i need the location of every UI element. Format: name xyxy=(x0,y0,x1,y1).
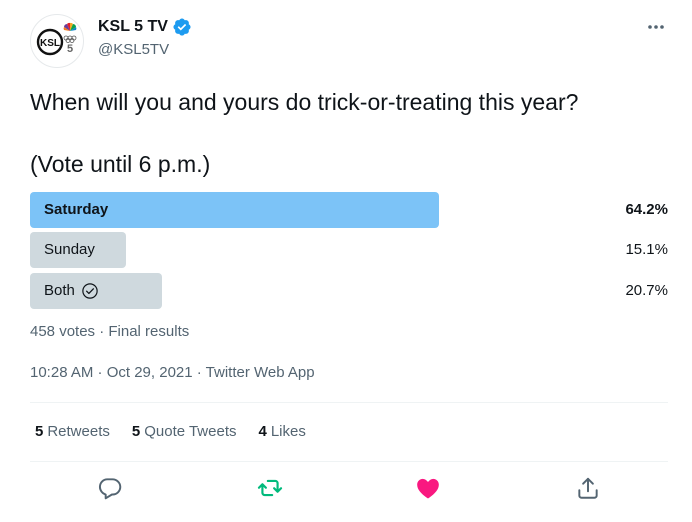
poll-option-both: Both 20.7% xyxy=(30,273,668,309)
retweets-stat[interactable]: 5 Retweets xyxy=(35,423,110,440)
engagement-stats: 5 Retweets 5 Quote Tweets 4 Likes xyxy=(35,423,306,440)
poll-option-label: Sunday xyxy=(44,232,95,268)
tweet-timestamp[interactable]: 10:28 AM · Oct 29, 2021 · Twitter Web Ap… xyxy=(30,364,315,381)
poll-option-percent: 20.7% xyxy=(625,282,668,299)
svg-text:5: 5 xyxy=(67,43,73,55)
poll-option-percent: 15.1% xyxy=(625,241,668,258)
check-circle-icon xyxy=(82,283,98,299)
reply-icon[interactable] xyxy=(97,475,123,501)
tweet-text-line: (Vote until 6 p.m.) xyxy=(30,151,211,177)
share-icon[interactable] xyxy=(575,475,601,501)
poll-option-percent: 64.2% xyxy=(625,201,668,218)
heart-icon[interactable] xyxy=(415,475,441,501)
tweet-card: KSL 5 KSL 5 TV @KSL5TV When will you and… xyxy=(0,0,692,522)
tweet-text-line: When will you and yours do trick-or-trea… xyxy=(30,89,579,115)
divider xyxy=(30,461,668,462)
poll-option-sunday: Sunday 15.1% xyxy=(30,232,668,268)
action-bar xyxy=(0,475,692,501)
likes-stat[interactable]: 4 Likes xyxy=(259,423,306,440)
poll-option-saturday: Saturday 64.2% xyxy=(30,192,668,228)
poll-option-label: Saturday xyxy=(44,192,108,228)
handle[interactable]: @KSL5TV xyxy=(98,41,169,58)
display-name[interactable]: KSL 5 TV xyxy=(98,18,168,36)
poll-results-meta: 458 votes · Final results xyxy=(30,323,190,340)
quote-tweets-stat[interactable]: 5 Quote Tweets xyxy=(132,423,237,440)
poll-option-text: Saturday xyxy=(44,201,109,218)
poll-option-label: Both xyxy=(44,273,99,309)
tweet-text: When will you and yours do trick-or-trea… xyxy=(30,86,670,181)
poll-option-text: Sunday xyxy=(44,241,95,258)
poll-option-text: Both xyxy=(44,282,75,299)
verified-badge-icon xyxy=(173,18,191,36)
svg-text:KSL: KSL xyxy=(40,38,60,49)
more-icon[interactable] xyxy=(644,17,668,37)
divider xyxy=(30,402,668,403)
avatar[interactable]: KSL 5 xyxy=(30,14,84,68)
ksl-logo-icon: KSL 5 xyxy=(36,22,77,56)
retweet-icon[interactable] xyxy=(257,475,283,501)
